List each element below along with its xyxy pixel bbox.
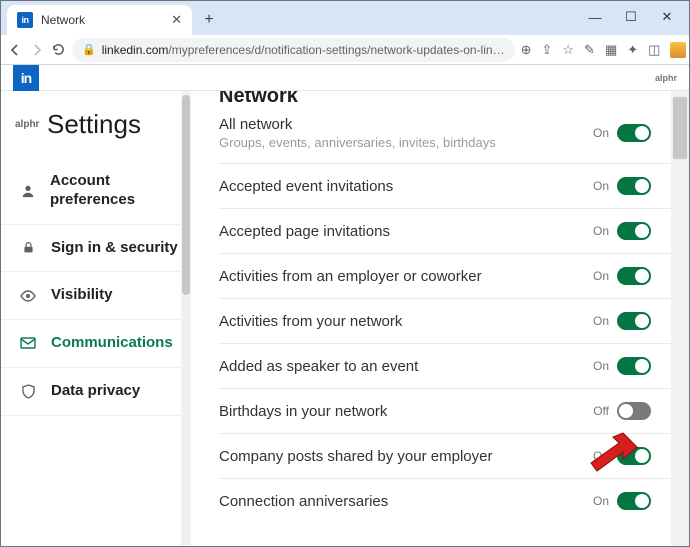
setting-label: Activities from an employer or coworker xyxy=(219,268,593,285)
browser-tab[interactable]: in Network ✕ xyxy=(7,5,192,35)
settings-sidebar: alphr Settings Account preferences Sign … xyxy=(1,91,191,546)
setting-row[interactable]: Activities from an employer or coworkerO… xyxy=(219,253,679,298)
toggle-switch[interactable] xyxy=(617,267,651,285)
maximize-button[interactable]: ☐ xyxy=(613,5,649,29)
linkedin-favicon: in xyxy=(17,12,33,28)
address-bar: 🔒 linkedin.com/mypreferences/d/notificat… xyxy=(1,35,689,65)
toggle-state-label: On xyxy=(593,179,609,193)
puzzle-extension-icon[interactable]: ✦ xyxy=(627,42,638,58)
mail-icon xyxy=(19,337,37,349)
toggle-state-label: On xyxy=(593,126,609,140)
tab-title: Network xyxy=(41,13,163,27)
setting-row[interactable]: Accepted page invitationsOn xyxy=(219,208,679,253)
sidebar-item-visibility[interactable]: Visibility xyxy=(1,272,191,320)
share-icon[interactable]: ⇪ xyxy=(541,42,552,58)
sidebar-item-label: Account preferences xyxy=(50,172,191,210)
brand-watermark: alphr xyxy=(655,73,677,83)
forward-button[interactable] xyxy=(29,39,45,61)
reload-button[interactable] xyxy=(51,39,66,61)
setting-label: All network xyxy=(219,116,593,133)
lock-icon: 🔒 xyxy=(82,43,96,56)
section-title: Network xyxy=(219,91,679,108)
toggle-switch[interactable] xyxy=(617,222,651,240)
search-icon[interactable]: ⊕ xyxy=(521,42,532,58)
setting-label: Company posts shared by your employer xyxy=(219,448,593,465)
shield-icon xyxy=(19,384,37,399)
sidebar-item-data-privacy[interactable]: Data privacy xyxy=(1,368,191,416)
sidebar-scrollbar[interactable] xyxy=(181,91,191,546)
sidebar-item-account-preferences[interactable]: Account preferences xyxy=(1,158,191,225)
toggle-switch[interactable] xyxy=(617,177,651,195)
toggle-state-label: On xyxy=(593,269,609,283)
minimize-button[interactable]: — xyxy=(577,5,613,29)
new-tab-button[interactable]: + xyxy=(196,7,222,33)
sidebar-item-sign-in-security[interactable]: Sign in & security xyxy=(1,225,191,273)
setting-sublabel: Groups, events, anniversaries, invites, … xyxy=(219,135,593,150)
content-scrollbar[interactable] xyxy=(671,91,689,546)
url-bar[interactable]: 🔒 linkedin.com/mypreferences/d/notificat… xyxy=(72,38,515,62)
toggle-state-label: Off xyxy=(593,404,609,418)
toggle-switch[interactable] xyxy=(617,312,651,330)
person-icon xyxy=(19,184,36,198)
sidebar-item-label: Data privacy xyxy=(51,382,140,401)
toggle-state-label: On xyxy=(593,314,609,328)
setting-row[interactable]: Added as speaker to an eventOn xyxy=(219,343,679,388)
toolbar-icons: ⊕ ⇪ ☆ ✎ ▦ ✦ ◫ ⋮ xyxy=(521,42,690,58)
eye-icon xyxy=(19,290,37,302)
setting-label: Connection anniversaries xyxy=(219,493,593,510)
toggle-switch[interactable] xyxy=(617,492,651,510)
titlebar: in Network ✕ + — ☐ ✕ xyxy=(1,1,689,35)
toggle-switch[interactable] xyxy=(617,447,651,465)
toggle-state-label: On xyxy=(593,224,609,238)
pen-extension-icon[interactable]: ✎ xyxy=(584,42,595,58)
grid-extension-icon[interactable]: ▦ xyxy=(605,42,617,58)
linkedin-logo[interactable]: in xyxy=(13,65,39,91)
sidebar-item-label: Communications xyxy=(51,334,173,353)
setting-row[interactable]: Company posts shared by your employerOn xyxy=(219,433,679,478)
toggle-state-label: On xyxy=(593,449,609,463)
page-title: Settings xyxy=(47,109,141,140)
close-window-button[interactable]: ✕ xyxy=(649,5,685,29)
setting-label: Accepted page invitations xyxy=(219,223,593,240)
setting-row[interactable]: All network Groups, events, anniversaries… xyxy=(219,108,679,163)
back-button[interactable] xyxy=(7,39,23,61)
setting-row[interactable]: Accepted event invitationsOn xyxy=(219,163,679,208)
sidebar-item-label: Sign in & security xyxy=(51,239,178,258)
setting-label: Added as speaker to an event xyxy=(219,358,593,375)
toggle-state-label: On xyxy=(593,359,609,373)
sidebar-header: alphr Settings xyxy=(1,109,191,158)
toggle-switch[interactable] xyxy=(617,402,651,420)
settings-content: Network All network Groups, events, anniv… xyxy=(191,91,689,546)
setting-label: Accepted event invitations xyxy=(219,178,593,195)
sidebar-item-label: Visibility xyxy=(51,286,112,305)
window-controls: — ☐ ✕ xyxy=(577,5,689,35)
panel-icon[interactable]: ◫ xyxy=(648,42,660,58)
toggle-state-label: On xyxy=(593,494,609,508)
toggle-switch[interactable] xyxy=(617,357,651,375)
setting-row[interactable]: Birthdays in your networkOff xyxy=(219,388,679,433)
setting-label: Activities from your network xyxy=(219,313,593,330)
url-text: linkedin.com/mypreferences/d/notificatio… xyxy=(102,43,505,57)
star-icon[interactable]: ☆ xyxy=(562,42,574,58)
app-header: in alphr xyxy=(1,65,689,91)
toggle-switch[interactable] xyxy=(617,124,651,142)
profile-avatar[interactable] xyxy=(670,42,686,58)
sidebar-item-communications[interactable]: Communications xyxy=(1,320,191,368)
setting-label: Birthdays in your network xyxy=(219,403,593,420)
setting-row[interactable]: Connection anniversariesOn xyxy=(219,478,679,523)
sidebar-header-icon: alphr xyxy=(15,119,37,130)
lock-icon xyxy=(19,241,37,254)
setting-row[interactable]: Activities from your networkOn xyxy=(219,298,679,343)
close-tab-icon[interactable]: ✕ xyxy=(171,12,182,28)
